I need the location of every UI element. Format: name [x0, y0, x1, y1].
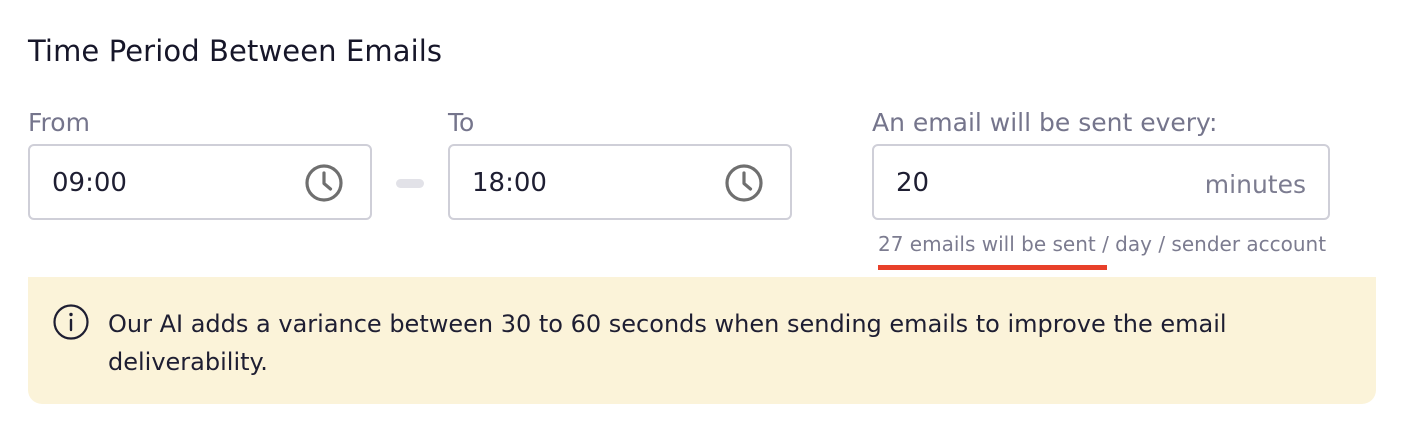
- notice-text: Our AI adds a variance between 30 to 60 …: [108, 310, 1227, 376]
- from-label: From: [28, 108, 90, 137]
- from-time-input[interactable]: 09:00: [28, 144, 372, 220]
- to-label: To: [448, 108, 475, 137]
- section-title: Time Period Between Emails: [28, 34, 443, 68]
- interval-unit: minutes: [1204, 170, 1306, 199]
- interval-label: An email will be sent every:: [872, 108, 1218, 137]
- info-icon: [53, 304, 89, 340]
- clock-icon[interactable]: [304, 163, 344, 203]
- interval-value: 20: [896, 168, 930, 198]
- clock-icon[interactable]: [724, 163, 764, 203]
- helper-underline: [878, 265, 1107, 270]
- from-time-value: 09:00: [52, 168, 127, 198]
- to-time-input[interactable]: 18:00: [448, 144, 792, 220]
- emails-per-day-helper: 27 emails will be sent / day / sender ac…: [878, 232, 1327, 256]
- to-time-value: 18:00: [472, 168, 547, 198]
- interval-input[interactable]: 20 minutes: [872, 144, 1330, 220]
- info-notice: Our AI adds a variance between 30 to 60 …: [28, 277, 1376, 404]
- range-separator: [396, 179, 424, 188]
